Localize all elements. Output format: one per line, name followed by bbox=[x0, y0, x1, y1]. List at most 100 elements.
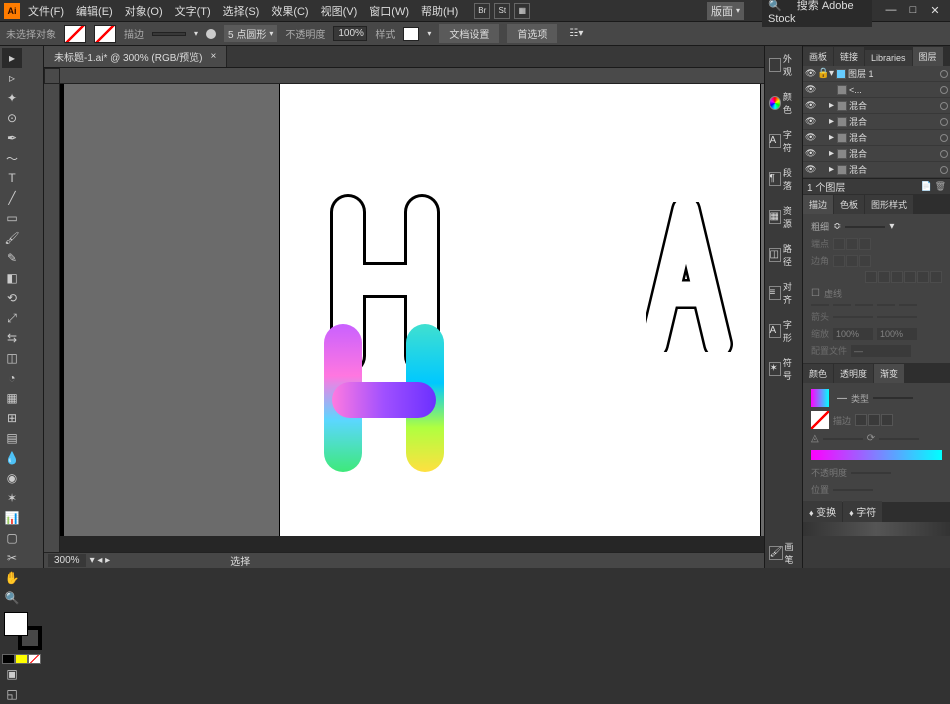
rp-glyphs[interactable]: A字形 bbox=[767, 316, 801, 346]
doc-tab[interactable]: 未标题-1.ai* @ 300% (RGB/预览) × bbox=[44, 46, 227, 67]
lasso-tool[interactable]: ⊙ bbox=[2, 108, 22, 128]
tab-transparency[interactable]: 透明度 bbox=[834, 364, 873, 383]
workspace-switcher[interactable]: 版面 bbox=[707, 2, 744, 20]
rp-align[interactable]: ≡对齐 bbox=[767, 278, 801, 308]
gradient-type[interactable] bbox=[873, 397, 913, 399]
menu-view[interactable]: 视图(V) bbox=[321, 3, 358, 19]
tab-artboards[interactable]: 画板 bbox=[803, 47, 833, 66]
hand-tool[interactable]: ✋ bbox=[2, 568, 22, 588]
letter-a-outline[interactable] bbox=[646, 202, 736, 355]
tab-libraries[interactable]: Libraries bbox=[865, 50, 912, 66]
canvas[interactable] bbox=[60, 84, 764, 536]
tab-gradient[interactable]: 渐变 bbox=[874, 364, 904, 383]
pen-tool[interactable]: ✒ bbox=[2, 128, 22, 148]
layer-row[interactable]: 👁<... bbox=[803, 82, 950, 98]
rp-appearance[interactable]: 外观 bbox=[767, 50, 801, 80]
tab-transform[interactable]: ♦ 变换 bbox=[803, 501, 842, 522]
ruler-vertical[interactable] bbox=[44, 84, 60, 552]
rp-paragraph[interactable]: ¶段落 bbox=[767, 164, 801, 194]
change-screen-tool[interactable]: ◱ bbox=[2, 684, 22, 704]
type-tool[interactable]: T bbox=[2, 168, 22, 188]
arrange-icon[interactable]: ▦ bbox=[514, 3, 530, 19]
close-button[interactable]: ✕ bbox=[924, 4, 946, 17]
rp-assets[interactable]: ▦资源 bbox=[767, 202, 801, 232]
bridge-icon[interactable]: Br bbox=[474, 3, 490, 19]
fill-swatch[interactable] bbox=[64, 25, 86, 43]
stroke-weight-input[interactable] bbox=[152, 32, 186, 36]
rotate-tool[interactable]: ⟲ bbox=[2, 288, 22, 308]
tab-graphic-styles[interactable]: 图形样式 bbox=[865, 195, 913, 214]
layer-row[interactable]: 👁▸混合 bbox=[803, 114, 950, 130]
gradient-slider[interactable] bbox=[811, 450, 942, 460]
fill-stroke-indicator[interactable] bbox=[4, 612, 39, 650]
letter-h-gradient[interactable] bbox=[314, 318, 454, 481]
menu-window[interactable]: 窗口(W) bbox=[369, 3, 409, 19]
menu-select[interactable]: 选择(S) bbox=[223, 3, 260, 19]
artboard-tool[interactable]: ▢ bbox=[2, 528, 22, 548]
slice-tool[interactable]: ✂ bbox=[2, 548, 22, 568]
graph-tool[interactable]: 📊 bbox=[2, 508, 22, 528]
search-input[interactable]: 🔍 搜索 Adobe Stock bbox=[762, 0, 872, 27]
tab-stroke[interactable]: 描边 bbox=[803, 195, 833, 214]
menu-help[interactable]: 帮助(H) bbox=[421, 3, 458, 19]
align-icon[interactable]: ☷▾ bbox=[569, 28, 583, 39]
rp-symbols[interactable]: ✶符号 bbox=[767, 354, 801, 384]
selection-tool[interactable]: ▸ bbox=[2, 48, 22, 68]
shaper-tool[interactable]: ✎ bbox=[2, 248, 22, 268]
line-tool[interactable]: ╱ bbox=[2, 188, 22, 208]
scale-tool[interactable]: ⤢ bbox=[2, 308, 22, 328]
layer-row[interactable]: 👁🔒▾图层 1 bbox=[803, 66, 950, 82]
style-swatch[interactable] bbox=[403, 27, 419, 41]
tab-links[interactable]: 链接 bbox=[834, 47, 864, 66]
perspective-tool[interactable]: ▦ bbox=[2, 388, 22, 408]
rp-pathfinder[interactable]: ◫路径 bbox=[767, 240, 801, 270]
menu-type[interactable]: 文字(T) bbox=[175, 3, 211, 19]
blend-tool[interactable]: ◉ bbox=[2, 468, 22, 488]
width-tool[interactable]: ⇆ bbox=[2, 328, 22, 348]
menu-file[interactable]: 文件(F) bbox=[28, 3, 64, 19]
wand-tool[interactable]: ✦ bbox=[2, 88, 22, 108]
tab-layers[interactable]: 图层 bbox=[913, 47, 943, 66]
shape-builder-tool[interactable]: ◔ bbox=[2, 368, 22, 388]
layer-row[interactable]: 👁▸混合 bbox=[803, 146, 950, 162]
layer-row[interactable]: 👁▸混合 bbox=[803, 130, 950, 146]
prefs-button[interactable]: 首选项 bbox=[507, 24, 557, 43]
rect-tool[interactable]: ▭ bbox=[2, 208, 22, 228]
stroke-swatch[interactable] bbox=[94, 25, 116, 43]
brush-profile[interactable]: 5 点圆形 bbox=[224, 25, 277, 42]
rp-character[interactable]: A字符 bbox=[767, 126, 801, 156]
layer-row[interactable]: 👁▸混合 bbox=[803, 98, 950, 114]
screen-mode-tool[interactable]: ▣ bbox=[2, 664, 22, 684]
brush-tool[interactable]: 🖌 bbox=[2, 228, 22, 248]
layer-row[interactable]: 👁▸混合 bbox=[803, 162, 950, 178]
eyedropper-tool[interactable]: 💧 bbox=[2, 448, 22, 468]
rp-brushes[interactable]: 🖌画笔 bbox=[767, 538, 801, 568]
zoom-tool[interactable]: 🔍 bbox=[2, 588, 22, 608]
rp-color[interactable]: 颜色 bbox=[767, 88, 801, 118]
zoom-level[interactable]: 300% bbox=[48, 554, 86, 567]
close-tab-icon[interactable]: × bbox=[211, 51, 217, 62]
gradient-tool[interactable]: ▤ bbox=[2, 428, 22, 448]
weight-input[interactable] bbox=[845, 226, 885, 228]
gradient-none[interactable] bbox=[811, 411, 829, 429]
tab-color[interactable]: 颜色 bbox=[803, 364, 833, 383]
menu-edit[interactable]: 编辑(E) bbox=[76, 3, 113, 19]
gradient-preview[interactable] bbox=[811, 389, 829, 407]
doc-tab-title: 未标题-1.ai* @ 300% (RGB/预览) bbox=[54, 49, 203, 64]
tab-char[interactable]: ♦ 字符 bbox=[843, 501, 882, 522]
symbol-tool[interactable]: ✶ bbox=[2, 488, 22, 508]
mesh-tool[interactable]: ⊞ bbox=[2, 408, 22, 428]
direct-select-tool[interactable]: ▹ bbox=[2, 68, 22, 88]
opacity-input[interactable]: 100% bbox=[333, 26, 367, 41]
maximize-button[interactable]: □ bbox=[902, 4, 924, 17]
minimize-button[interactable]: — bbox=[880, 4, 902, 17]
tab-swatches[interactable]: 色板 bbox=[834, 195, 864, 214]
ruler-horizontal[interactable] bbox=[60, 68, 764, 84]
eraser-tool[interactable]: ◧ bbox=[2, 268, 22, 288]
menu-effect[interactable]: 效果(C) bbox=[271, 3, 308, 19]
doc-setup-button[interactable]: 文档设置 bbox=[439, 24, 499, 43]
free-transform-tool[interactable]: ◫ bbox=[2, 348, 22, 368]
curvature-tool[interactable]: ～ bbox=[2, 148, 22, 168]
menu-object[interactable]: 对象(O) bbox=[125, 3, 163, 19]
stock-icon[interactable]: St bbox=[494, 3, 510, 19]
